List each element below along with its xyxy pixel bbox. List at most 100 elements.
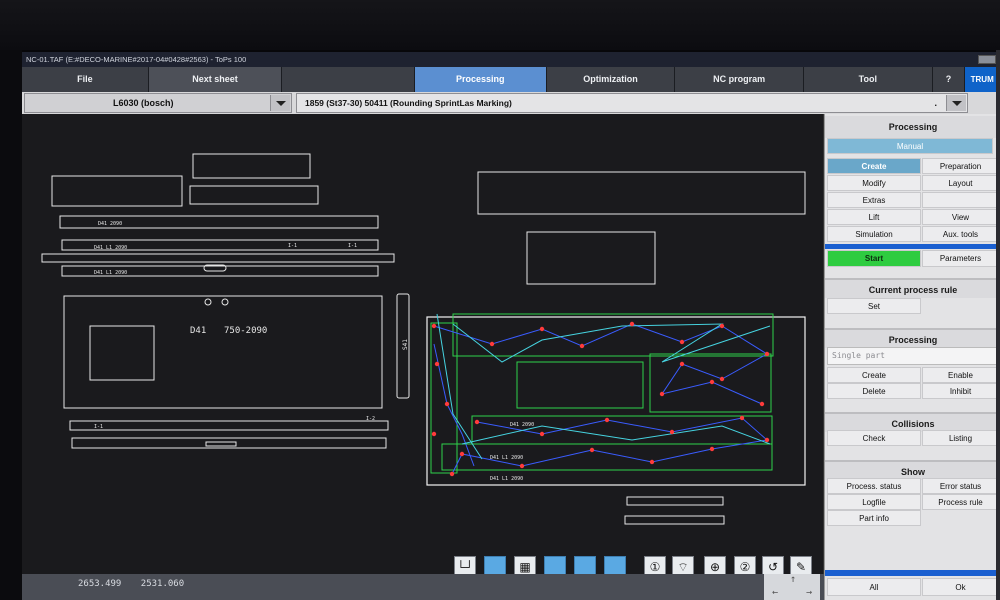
section-title-show: Show — [825, 460, 1000, 480]
nested-part-outline — [516, 361, 644, 409]
menu-item[interactable]: TRUM — [965, 67, 1000, 92]
toolpath-cyan — [436, 313, 771, 460]
sheet-info-bar: L6030 (bosch) 1859 (St37-30) 50411 (Roun… — [22, 92, 1000, 114]
nested-sheet: D41 2090 D41 L1 2090 D41 L1 2090 — [426, 313, 806, 486]
marking-label: I-1 — [288, 243, 297, 249]
part-info-button[interactable]: Part info — [827, 510, 921, 526]
process-rule-button[interactable]: Process rule — [922, 494, 999, 510]
panel-title-processing: Processing — [825, 116, 1000, 138]
layout-button[interactable]: Layout — [922, 175, 999, 191]
lift-button[interactable]: Lift — [827, 209, 921, 225]
window-titlebar: NC-01.TAF (E:#DECO-MARINE#2017-04#0428#2… — [22, 52, 1000, 67]
part-range-label: 750-2090 — [224, 326, 267, 336]
slot-outline — [205, 441, 237, 447]
large-plate-outline — [63, 295, 383, 409]
simulation-button[interactable]: Simulation — [827, 226, 921, 242]
inhibit-button[interactable]: Inhibit — [922, 383, 999, 399]
monitor-bezel-left — [0, 50, 22, 600]
hole-outline — [204, 298, 212, 306]
machine-dropdown-arrow-icon[interactable] — [270, 95, 290, 111]
part-outline — [526, 231, 656, 285]
cutout-outline — [89, 325, 155, 381]
create-processing-button[interactable]: Create — [827, 367, 921, 383]
menu-item[interactable]: Optimization — [547, 67, 676, 92]
machine-select-value: L6030 (bosch) — [113, 98, 174, 108]
modify-button[interactable]: Modify — [827, 175, 921, 191]
aux-tools-button[interactable]: Aux. tools — [922, 226, 999, 242]
process-status-button[interactable]: Process. status — [827, 478, 921, 494]
nesting-drawing: D41 750-2090 D41 2090 D41 L1 2090 D41 L1… — [41, 153, 806, 525]
part-outline — [626, 496, 724, 506]
part-outline — [624, 515, 725, 525]
part-text-label: D41 L1 2090 — [94, 245, 127, 251]
navigation-arrows: ↑ ← → — [764, 574, 820, 600]
window-control-button[interactable] — [978, 55, 996, 64]
nested-part-label: D41 2090 — [510, 422, 534, 428]
sheet-select-dot: . — [934, 98, 937, 108]
marking-label: I-2 — [366, 416, 375, 422]
drawing-canvas[interactable]: D41 750-2090 D41 2090 D41 L1 2090 D41 L1… — [22, 114, 824, 574]
marking-label: I-1 — [348, 243, 357, 249]
preparation-button[interactable]: Preparation — [922, 158, 999, 174]
logfile-button[interactable]: Logfile — [827, 494, 921, 510]
part-outline — [477, 171, 806, 215]
main-menu-bar: File Next sheet Processing Optimization NC p… — [22, 67, 1000, 92]
section-title-processing: Processing — [825, 328, 1000, 348]
ok-button[interactable]: Ok — [922, 578, 999, 596]
menu-item[interactable] — [282, 67, 415, 92]
parameters-button[interactable]: Parameters — [922, 250, 999, 267]
extras-button[interactable]: Extras — [827, 192, 921, 208]
monitor-bezel-right — [996, 50, 1000, 600]
arrow-left-icon[interactable]: ← — [766, 587, 784, 599]
nested-part-outline — [452, 313, 774, 357]
monitor-bezel-top — [0, 0, 1000, 50]
check-button[interactable]: Check — [827, 430, 921, 446]
monitor-photo: NC-01.TAF (E:#DECO-MARINE#2017-04#0428#2… — [0, 0, 1000, 600]
part-outline — [189, 185, 319, 205]
set-button[interactable]: Set — [827, 298, 921, 314]
sheet-select-value: 1859 (St37-30) 50411 (Rounding SprintLas… — [305, 98, 512, 108]
menu-item[interactable]: File — [22, 67, 149, 92]
coordinate-x: 2653.499 — [78, 579, 122, 589]
part-outline — [41, 253, 395, 263]
nested-part-outlines — [430, 313, 774, 474]
arrow-up-icon[interactable]: ↑ — [784, 574, 802, 586]
part-text-label: D41 L1 2090 — [94, 270, 127, 276]
listing-button[interactable]: Listing — [922, 430, 999, 446]
enable-button[interactable]: Enable — [922, 367, 999, 383]
part-number-label: D41 — [190, 326, 206, 336]
window-title: NC-01.TAF (E:#DECO-MARINE#2017-04#0428#2… — [26, 55, 247, 64]
menu-item[interactable]: Next sheet — [148, 67, 283, 92]
sheet-select[interactable]: 1859 (St37-30) 50411 (Rounding SprintLas… — [296, 93, 968, 113]
processing-panel: Processing Manual Create Preparation Mod… — [824, 114, 1000, 600]
toolpath-blue — [433, 323, 769, 475]
nested-part-outline — [471, 415, 773, 445]
part-outline — [192, 153, 311, 179]
all-button[interactable]: All — [827, 578, 921, 596]
pierce-points — [431, 321, 770, 477]
single-part-field[interactable]: Single part — [827, 347, 999, 365]
sheet-dropdown-arrow-icon[interactable] — [946, 95, 966, 111]
coordinate-y: 2531.060 — [140, 579, 185, 589]
menu-item[interactable]: ? — [933, 67, 966, 92]
blank-button — [922, 192, 999, 208]
nested-part-label: D41 L1 2090 — [490, 476, 523, 482]
panel-separator — [825, 244, 1000, 249]
create-button[interactable]: Create — [827, 158, 921, 174]
delete-button[interactable]: Delete — [827, 383, 921, 399]
menu-item[interactable]: NC program — [675, 67, 804, 92]
start-button[interactable]: Start — [827, 250, 921, 267]
section-title-collisions: Collisions — [825, 412, 1000, 432]
panel-bottom-separator — [825, 570, 1000, 576]
tab-manual[interactable]: Manual — [827, 138, 993, 154]
status-bar: 2653.499 2531.060 ↑ ← → — [22, 574, 824, 600]
nested-part-label: D41 L1 2090 — [490, 455, 523, 461]
menu-item[interactable]: Processing — [414, 67, 547, 92]
part-outline — [51, 175, 183, 207]
arrow-right-icon[interactable]: → — [800, 587, 818, 599]
menu-item[interactable]: Tool — [804, 67, 933, 92]
vertical-part-label: S41 — [402, 339, 409, 350]
machine-select[interactable]: L6030 (bosch) — [24, 93, 292, 113]
error-status-button[interactable]: Error status — [922, 478, 999, 494]
view-button[interactable]: View — [922, 209, 999, 225]
